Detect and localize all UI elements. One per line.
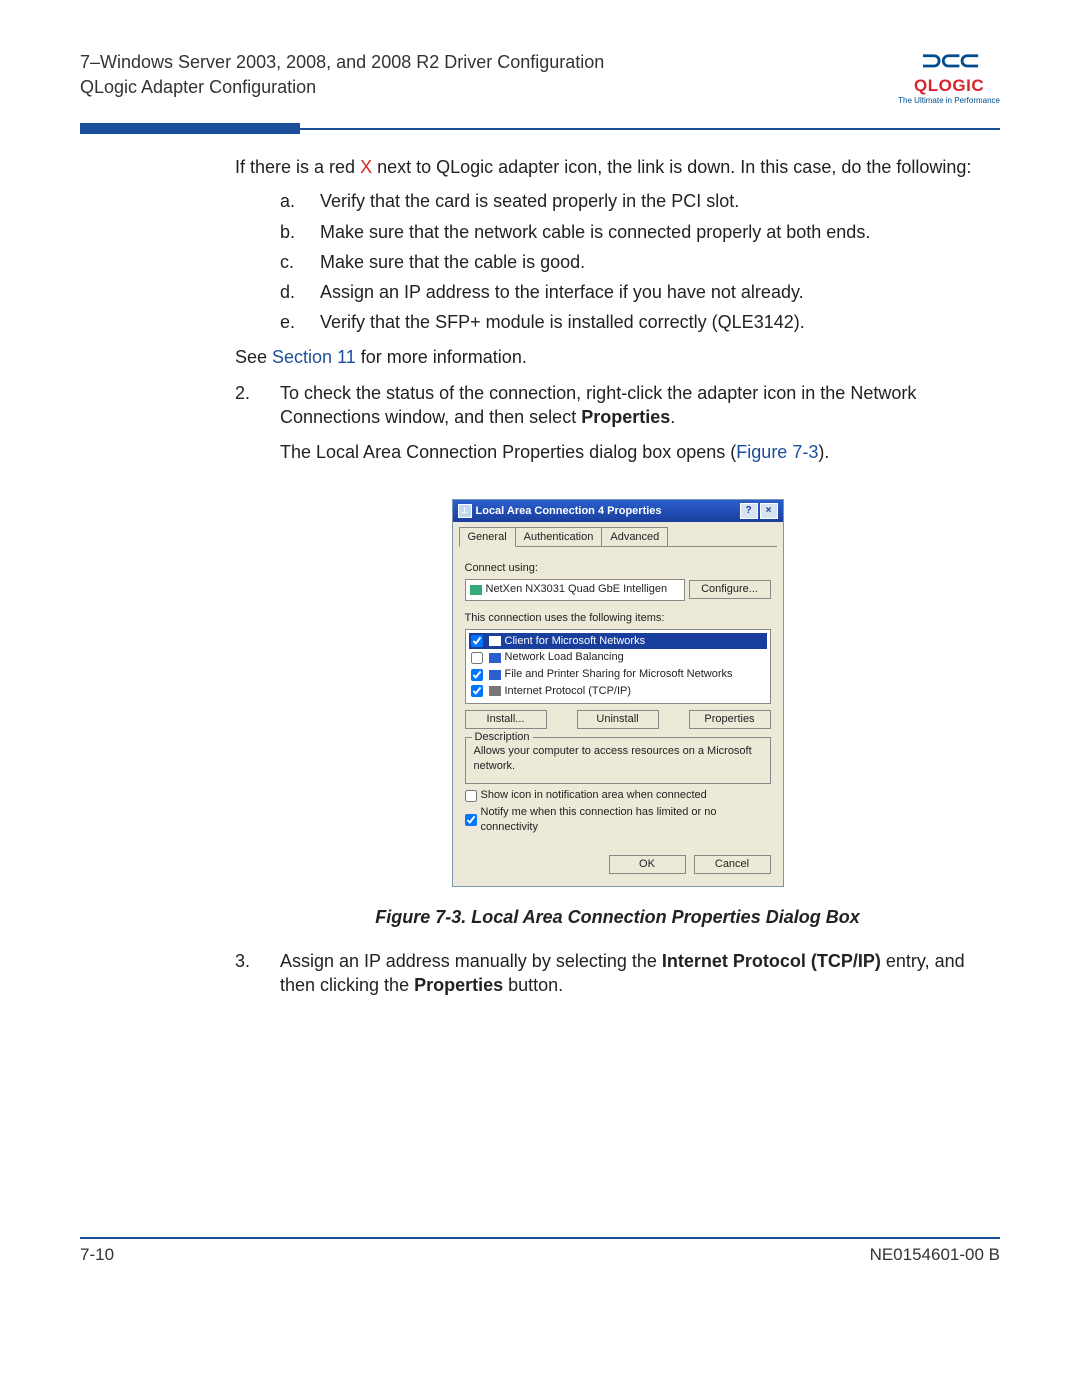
item-b: b.Make sure that the network cable is co… [280,220,1000,244]
text-b: Make sure that the network cable is conn… [320,220,870,244]
logo-brand: QLOGIC [898,76,1000,96]
red-x: X [360,157,372,177]
items-listbox[interactable]: Client for Microsoft Networks Network Lo… [465,629,771,704]
step2-l2-post: ). [818,442,829,462]
text-a: Verify that the card is seated properly … [320,189,739,213]
adapter-field[interactable]: NetXen NX3031 Quad GbE Intelligen [465,579,685,601]
intro-pre: If there is a red [235,157,360,177]
doc-number: NE0154601-00 B [870,1245,1000,1265]
step2-bold: Properties [581,407,670,427]
item-c: c.Make sure that the cable is good. [280,250,1000,274]
item3-label: File and Printer Sharing for Microsoft N… [505,667,733,682]
see-pre: See [235,347,272,367]
item2-label: Network Load Balancing [505,650,624,665]
page-footer: 7-10 NE0154601-00 B [80,1237,1000,1265]
item-nlb[interactable]: Network Load Balancing [469,649,767,666]
chk-notify[interactable] [465,814,477,826]
description-group: Description Allows your computer to acce… [465,737,771,785]
see-post: for more information. [356,347,527,367]
item-e: e.Verify that the SFP+ module is install… [280,310,1000,334]
item1-label: Client for Microsoft Networks [505,634,646,649]
uninstall-button[interactable]: Uninstall [577,710,659,729]
step2-num: 2. [235,381,280,474]
item-tcpip[interactable]: Internet Protocol (TCP/IP) [469,683,767,700]
description-text: Allows your computer to access resources… [474,744,762,774]
figure-7-3-link[interactable]: Figure 7-3 [736,442,818,462]
step2-line1: To check the status of the connection, r… [280,381,1000,430]
header-rule [80,128,1000,130]
header-line2: QLogic Adapter Configuration [80,75,604,100]
letter-d: d. [280,280,320,304]
tcpip-icon [489,686,501,696]
close-button[interactable]: × [760,503,778,519]
dialog-titlebar: ⊥ Local Area Connection 4 Properties ? × [453,500,783,522]
install-button[interactable]: Install... [465,710,547,729]
notify-row[interactable]: Notify me when this connection has limit… [465,805,771,835]
uses-label: This connection uses the following items… [465,611,771,626]
item4-label: Internet Protocol (TCP/IP) [505,684,632,699]
item-a: a.Verify that the card is seated properl… [280,189,1000,213]
letter-c: c. [280,250,320,274]
adapter-name: NetXen NX3031 Quad GbE Intelligen [486,582,668,597]
step2-line2: The Local Area Connection Properties dia… [280,440,1000,464]
step2-post: . [670,407,675,427]
page-number: 7-10 [80,1245,114,1265]
item-client-networks[interactable]: Client for Microsoft Networks [469,633,767,650]
item-d: d.Assign an IP address to the interface … [280,280,1000,304]
client-icon [489,636,501,646]
step-3: 3. Assign an IP address manually by sele… [235,949,1000,1008]
logo-tagline: The Ultimate in Performance [898,96,1000,105]
step-2: 2. To check the status of the connection… [235,381,1000,474]
help-button[interactable]: ? [740,503,758,519]
nlb-icon [489,653,501,663]
network-icon: ⊥ [458,504,472,518]
show-icon-label: Show icon in notification area when conn… [481,788,707,803]
tab-advanced[interactable]: Advanced [601,527,668,546]
chk-show-icon[interactable] [465,790,477,802]
notify-label: Notify me when this connection has limit… [481,805,771,835]
tab-authentication[interactable]: Authentication [515,527,603,546]
step3-bold1: Internet Protocol (TCP/IP) [662,951,881,971]
letter-b: b. [280,220,320,244]
step2-l2-pre: The Local Area Connection Properties dia… [280,442,736,462]
connect-using-label: Connect using: [465,561,771,576]
configure-button[interactable]: Configure... [689,580,771,599]
show-icon-row[interactable]: Show icon in notification area when conn… [465,788,771,803]
step3-bold2: Properties [414,975,503,995]
adapter-icon [470,585,482,595]
text-d: Assign an IP address to the interface if… [320,280,804,304]
properties-button[interactable]: Properties [689,710,771,729]
ok-button[interactable]: OK [609,855,686,874]
chk-client-networks[interactable] [471,635,483,647]
step3-text: Assign an IP address manually by selecti… [280,949,1000,998]
cancel-button[interactable]: Cancel [694,855,771,874]
step3-post: button. [503,975,563,995]
header-line1: 7–Windows Server 2003, 2008, and 2008 R2… [80,50,604,75]
text-c: Make sure that the cable is good. [320,250,585,274]
dialog-tabs: General Authentication Advanced [459,527,777,547]
step3-num: 3. [235,949,280,1008]
description-label: Description [472,730,533,745]
letter-e: e. [280,310,320,334]
item-file-printer[interactable]: File and Printer Sharing for Microsoft N… [469,666,767,683]
chk-tcpip[interactable] [471,685,483,697]
letter-a: a. [280,189,320,213]
tab-general[interactable]: General [459,527,516,547]
dialog-title: Local Area Connection 4 Properties [476,504,662,519]
text-e: Verify that the SFP+ module is installed… [320,310,805,334]
figure-caption: Figure 7-3. Local Area Connection Proper… [235,905,1000,929]
intro-post: next to QLogic adapter icon, the link is… [372,157,971,177]
lac-properties-dialog: ⊥ Local Area Connection 4 Properties ? ×… [452,499,784,887]
step3-pre: Assign an IP address manually by selecti… [280,951,662,971]
logo-glyph-icon: ⊃⊂⊂ [898,45,1000,76]
qlogic-logo: ⊃⊂⊂ QLOGIC The Ultimate in Performance [898,45,1000,105]
chk-file-printer[interactable] [471,669,483,681]
see-section: See Section 11 for more information. [235,345,1000,369]
section-11-link[interactable]: Section 11 [272,347,356,367]
chk-nlb[interactable] [471,652,483,664]
intro-paragraph: If there is a red X next to QLogic adapt… [235,155,1000,179]
file-printer-icon [489,670,501,680]
